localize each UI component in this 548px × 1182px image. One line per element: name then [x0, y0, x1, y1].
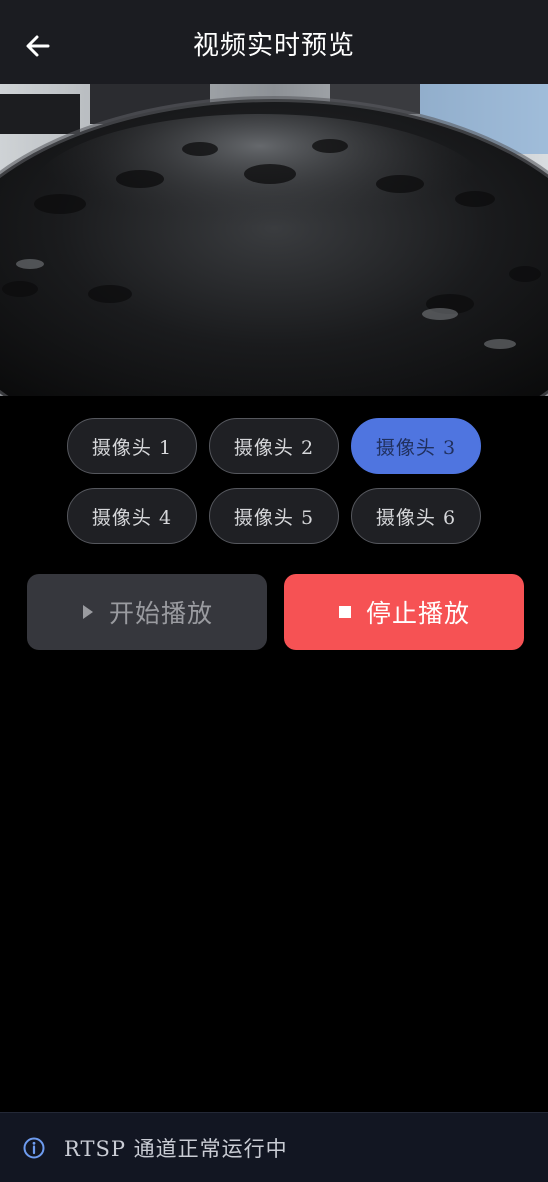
camera-feed-image: [0, 84, 548, 396]
camera-1-button[interactable]: 摄像头 1: [67, 418, 197, 474]
camera-6-button[interactable]: 摄像头 6: [351, 488, 481, 544]
camera-row-1: 摄像头 1 摄像头 2 摄像头 3: [0, 418, 548, 474]
status-text: RTSP 通道正常运行中: [64, 1136, 288, 1161]
camera-4-button[interactable]: 摄像头 4: [67, 488, 197, 544]
app-root: 视频实时预览 摄像头 1 摄像头 2 摄像头 3 摄像头 4 摄像头 5 摄像头…: [0, 0, 548, 1182]
page-title: 视频实时预览: [192, 31, 355, 61]
camera-2-button[interactable]: 摄像头 2: [209, 418, 339, 474]
stop-playback-label: 停止播放: [365, 599, 470, 628]
stop-playback-button[interactable]: 停止播放: [284, 574, 524, 650]
status-bar: RTSP 通道正常运行中: [0, 1112, 548, 1182]
start-playback-button[interactable]: 开始播放: [27, 574, 267, 650]
info-icon: [22, 1136, 46, 1160]
play-icon: [82, 605, 93, 619]
camera-5-button[interactable]: 摄像头 5: [209, 488, 339, 544]
video-preview[interactable]: [0, 84, 548, 396]
start-playback-label: 开始播放: [108, 599, 213, 628]
camera-3-button[interactable]: 摄像头 3: [351, 418, 481, 474]
top-bar: 视频实时预览: [0, 0, 548, 84]
camera-row-2: 摄像头 4 摄像头 5 摄像头 6: [0, 488, 548, 544]
stop-icon: [338, 606, 351, 618]
